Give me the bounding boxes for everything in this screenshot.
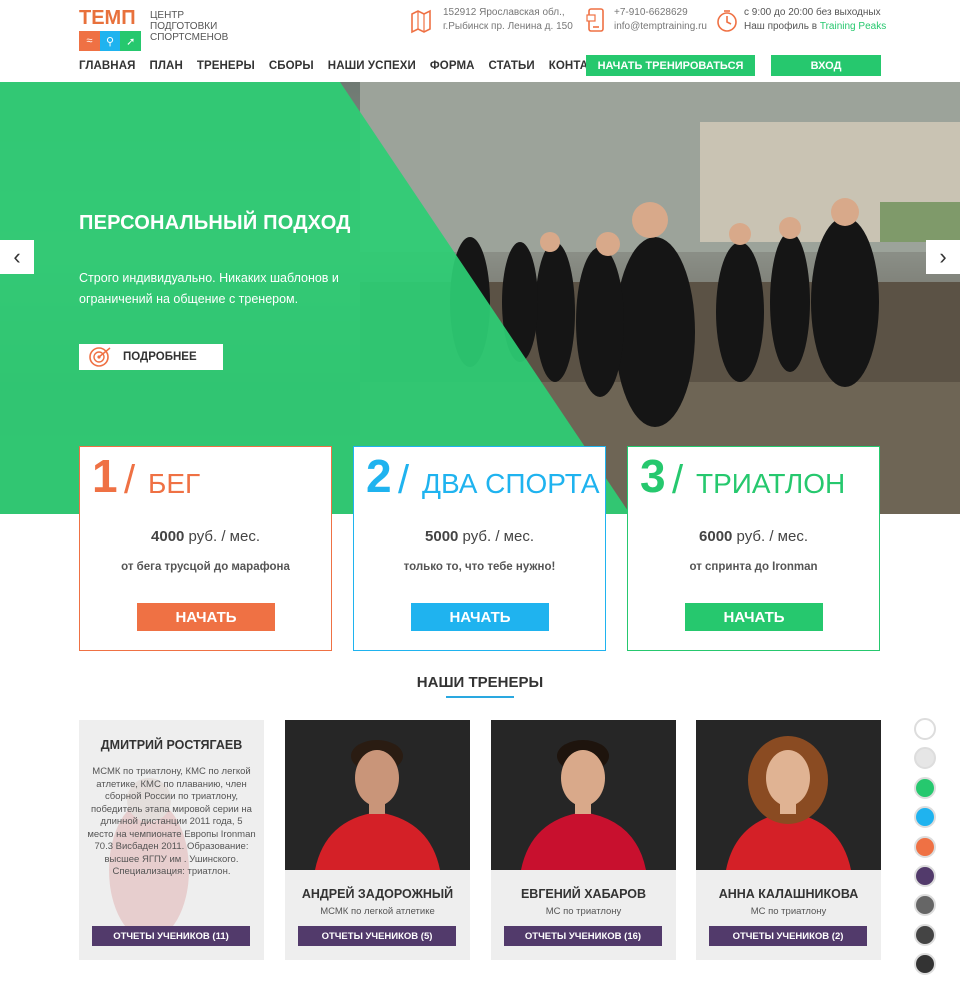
logo-subtitle: ЦЕНТР ПОДГОТОВКИ СПОРТСМЕНОВ	[150, 10, 229, 43]
site-header: ТЕМП ≈ ⚲ ➚ ЦЕНТР ПОДГОТОВКИ СПОРТСМЕНОВ …	[0, 0, 960, 52]
more-button-label: ПОДРОБНЕЕ	[123, 351, 197, 363]
color-switcher	[914, 718, 938, 983]
trainer-photo	[696, 720, 881, 870]
nav-item[interactable]: ПЛАН	[150, 60, 183, 72]
plan-price: 4000 руб. / мес.	[80, 528, 331, 545]
color-swatch[interactable]	[914, 953, 936, 976]
more-button[interactable]: ПОДРОБНЕЕ	[79, 344, 223, 370]
email-link[interactable]: info@temptraining.ru	[614, 20, 707, 34]
nav-item[interactable]: НАШИ УСПЕХИ	[328, 60, 416, 72]
plan-price-value: 5000	[425, 528, 459, 545]
trainer-reports-button[interactable]: ОТЧЕТЫ УЧЕНИКОВ (2)	[709, 926, 867, 946]
phone-link[interactable]: +7-910-6628629	[614, 6, 707, 20]
slider-next-button[interactable]: ›	[926, 240, 960, 274]
plan-start-button[interactable]: НАЧАТЬ	[685, 603, 823, 631]
trainer-card[interactable]: АННА КАЛАШНИКОВА МС по триатлону ОТЧЕТЫ УЧ…	[696, 720, 881, 960]
trainer-name: ЕВГЕНИЙ ХАБАРОВ	[520, 887, 647, 901]
plan-slash-divider: /	[124, 458, 136, 502]
color-swatch[interactable]	[914, 776, 936, 799]
main-nav: ГЛАВНАЯ ПЛАН ТРЕНЕРЫ СБОРЫ НАШИ УСПЕХИ ФОРМА С…	[79, 56, 628, 76]
plan-start-button[interactable]: НАЧАТЬ	[411, 603, 549, 631]
logo-sport-icons: ≈ ⚲ ➚	[79, 31, 142, 51]
plan-name: ТРИАТЛОН	[696, 468, 846, 499]
color-swatch[interactable]	[914, 806, 936, 829]
color-swatch[interactable]	[914, 864, 936, 887]
nav-item[interactable]: ТРЕНЕРЫ	[197, 60, 255, 72]
plan-slash-divider: /	[398, 458, 410, 502]
bike-icon: ⚲	[99, 31, 121, 51]
plan-number: 3	[640, 450, 666, 502]
plan-name: ДВА СПОРТА	[422, 468, 600, 499]
trainer-name: АНДРЕЙ ЗАДОРОЖНЫЙ	[301, 887, 454, 901]
address: 152912 Ярославская обл., г.Рыбинск пр. Л…	[443, 6, 573, 34]
plan-description: от бега трусцой до марафона	[121, 561, 290, 573]
logo[interactable]: ТЕМП ≈ ⚲ ➚	[79, 7, 142, 51]
trainer-reports-button[interactable]: ОТЧЕТЫ УЧЕНИКОВ (11)	[92, 926, 250, 946]
plan-name: БЕГ	[148, 468, 201, 499]
color-swatch[interactable]	[914, 923, 936, 946]
trainer-card[interactable]: ЕВГЕНИЙ ХАБАРОВ МС по триатлону ОТЧЕТЫ УЧЕ…	[491, 720, 676, 960]
start-training-button[interactable]: НАЧАТЬ ТРЕНИРОВАТЬСЯ	[586, 55, 755, 76]
address-line-1: 152912 Ярославская обл.,	[443, 7, 565, 18]
trainer-photo	[285, 720, 470, 870]
training-peaks-link[interactable]: Training Peaks	[820, 21, 886, 32]
trainer-title: МСМК по легкой атлетике	[320, 906, 435, 917]
plan-number: 2	[366, 450, 392, 502]
plan-price-value: 6000	[699, 528, 733, 545]
plan-price-value: 4000	[151, 528, 185, 545]
plan-price-unit: руб. / мес.	[184, 528, 260, 545]
login-button[interactable]: ВХОД	[771, 55, 881, 76]
trainer-title: МС по триатлону	[750, 906, 827, 917]
trainer-title: МС по триатлону	[545, 906, 622, 917]
profile-prefix: Наш профиль в	[744, 21, 820, 32]
plan-card: 2/ ДВА СПОРТА 5000 руб. / мес. только то, ч…	[353, 446, 606, 651]
trainer-card[interactable]: АНДРЕЙ ЗАДОРОЖНЫЙ МСМК по легкой атлетике…	[285, 720, 470, 960]
run-icon: ➚	[120, 31, 142, 51]
color-swatch[interactable]	[914, 747, 936, 770]
chevron-right-icon: ›	[939, 244, 947, 269]
nav-item[interactable]: ФОРМА	[430, 60, 475, 72]
trainer-photo	[491, 720, 676, 870]
plan-card: 1/ БЕГ 4000 руб. / мес. от бега трусцой до …	[79, 446, 332, 651]
plan-start-button[interactable]: НАЧАТЬ	[137, 603, 275, 631]
chevron-left-icon: ‹	[13, 244, 21, 269]
plan-price-unit: руб. / мес.	[732, 528, 808, 545]
clock-icon	[717, 10, 737, 32]
color-swatch[interactable]	[914, 894, 936, 917]
color-swatch[interactable]	[914, 718, 936, 740]
trainer-name: ДМИТРИЙ РОСТЯГАЕВ	[100, 738, 243, 752]
trainer-name: АННА КАЛАШНИКОВА	[718, 887, 859, 901]
trainer-card-featured[interactable]: ДМИТРИЙ РОСТЯГАЕВ МСМК по триатлону, КМС…	[79, 720, 264, 960]
hero-title: ПЕРСОНАЛЬНЫЙ ПОДХОД	[79, 212, 351, 234]
trainer-reports-button[interactable]: ОТЧЕТЫ УЧЕНИКОВ (16)	[504, 926, 662, 946]
plan-number: 1	[92, 450, 118, 502]
hours-text: с 9:00 до 20:00 без выходных	[744, 7, 881, 18]
phone-icon	[586, 8, 604, 32]
plan-price: 6000 руб. / мес.	[628, 528, 879, 545]
nav-item[interactable]: СТАТЬИ	[489, 60, 535, 72]
map-icon	[411, 9, 431, 34]
work-hours: с 9:00 до 20:00 без выходных Наш профиль…	[744, 6, 886, 34]
plan-price-unit: руб. / мес.	[458, 528, 534, 545]
plan-card: 3/ ТРИАТЛОН 6000 руб. / мес. от спринта до …	[627, 446, 880, 651]
slider-prev-button[interactable]: ‹	[0, 240, 34, 274]
target-icon	[89, 347, 111, 367]
plan-description: от спринта до Ironman	[689, 561, 818, 573]
nav-item[interactable]: СБОРЫ	[269, 60, 314, 72]
address-line-2: г.Рыбинск пр. Ленина д. 150	[443, 21, 573, 32]
plan-price: 5000 руб. / мес.	[354, 528, 605, 545]
contacts: +7-910-6628629 info@temptraining.ru	[614, 6, 707, 34]
swim-icon: ≈	[79, 31, 100, 51]
plan-description: только то, что тебе нужно!	[403, 561, 556, 573]
trainers-section-title: НАШИ ТРЕНЕРЫ	[416, 674, 544, 691]
trainer-reports-button[interactable]: ОТЧЕТЫ УЧЕНИКОВ (5)	[298, 926, 456, 946]
profile-line: Наш профиль в Training Peaks	[744, 20, 886, 34]
section-underline	[446, 696, 514, 698]
trainer-bio: МСМК по триатлону, КМС по легкой атлетик…	[87, 766, 256, 877]
plan-slash-divider: /	[672, 458, 684, 502]
hero-text: Строго индивидуально. Никаких шаблонов и…	[79, 271, 339, 306]
color-swatch[interactable]	[914, 835, 936, 858]
nav-item[interactable]: ГЛАВНАЯ	[79, 60, 136, 72]
logo-word: ТЕМП	[79, 7, 136, 29]
